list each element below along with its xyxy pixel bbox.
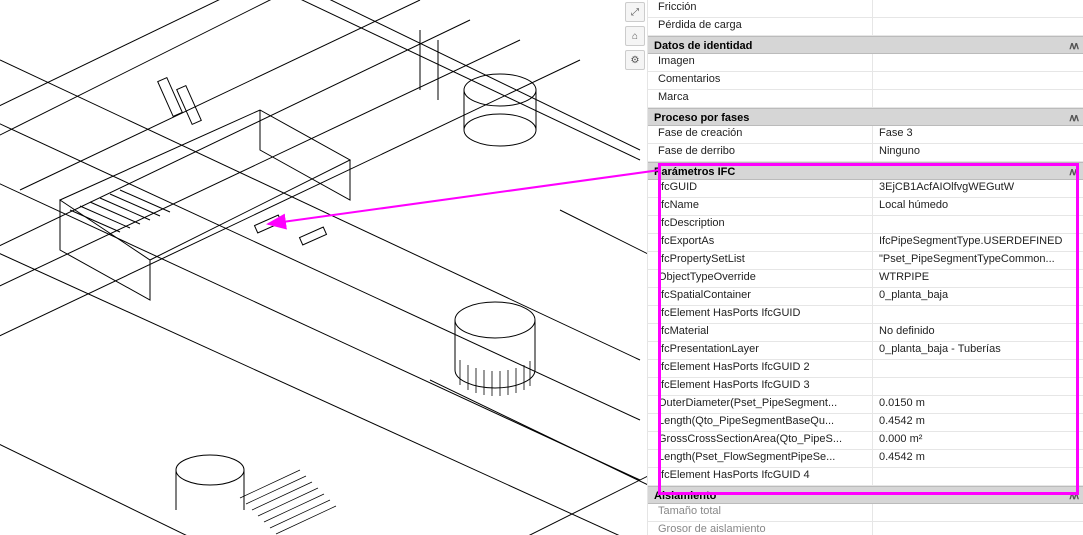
nav-home-icon[interactable]: ⌂ [625,26,645,46]
property-value[interactable]: 0_planta_baja [873,288,1083,305]
property-value[interactable]: 0_planta_baja - Tuberías [873,342,1083,359]
property-row[interactable]: IfcMaterialNo definido [648,324,1083,342]
section-header[interactable]: Parámetros IFC ∧∧ [648,162,1083,180]
property-label: Fricción [648,0,873,17]
property-value[interactable]: 0.4542 m [873,450,1083,467]
property-label: IfcPropertySetList [648,252,873,269]
property-row[interactable]: IfcElement HasPorts IfcGUID 2 [648,360,1083,378]
collapse-icon[interactable]: ∧∧ [1068,39,1077,55]
property-row[interactable]: Length(Qto_PipeSegmentBaseQu...0.4542 m [648,414,1083,432]
property-label: ObjectTypeOverride [648,270,873,287]
property-label: IfcExportAs [648,234,873,251]
property-row[interactable]: IfcElement HasPorts IfcGUID 3 [648,378,1083,396]
property-row[interactable]: Fase de derriboNinguno [648,144,1083,162]
property-row[interactable]: IfcElement HasPorts IfcGUID 4 [648,468,1083,486]
property-row[interactable]: IfcElement HasPorts IfcGUID [648,306,1083,324]
property-row[interactable]: OuterDiameter(Pset_PipeSegment...0.0150 … [648,396,1083,414]
property-label: Imagen [648,54,873,71]
property-value[interactable] [873,72,1083,89]
property-label: Comentarios [648,72,873,89]
property-label: IfcMaterial [648,324,873,341]
property-value[interactable] [873,306,1083,323]
property-row[interactable]: Marca [648,90,1083,108]
property-label: GrossCrossSectionArea(Qto_PipeS... [648,432,873,449]
property-row[interactable]: IfcPropertySetList"Pset_PipeSegmentTypeC… [648,252,1083,270]
collapse-icon[interactable]: ∧∧ [1068,111,1077,127]
nav-settings-icon[interactable]: ⚙ [625,50,645,70]
property-value[interactable]: WTRPIPE [873,270,1083,287]
section-title: Aislamiento [654,490,716,502]
nav-fullnav-icon[interactable]: ⤢ [625,2,645,22]
property-value[interactable]: 0.4542 m [873,414,1083,431]
property-row[interactable]: Length(Pset_FlowSegmentPipeSe...0.4542 m [648,450,1083,468]
section-title: Proceso por fases [654,112,749,124]
property-value[interactable] [873,360,1083,377]
property-value[interactable]: 0.000 m² [873,432,1083,449]
property-row[interactable]: Imagen [648,54,1083,72]
property-value[interactable]: 3EjCB1AcfAIOlfvgWEGutW [873,180,1083,197]
property-label: Length(Pset_FlowSegmentPipeSe... [648,450,873,467]
property-value[interactable]: Local húmedo [873,198,1083,215]
property-value[interactable] [873,468,1083,485]
wireframe-drawing [0,0,648,535]
section-header[interactable]: Datos de identidad ∧∧ [648,36,1083,54]
property-value[interactable]: Ninguno [873,144,1083,161]
property-label: Grosor de aislamiento [648,522,873,535]
property-row[interactable]: Fricción [648,0,1083,18]
viewport-toolbar: ⤢ ⌂ ⚙ [625,2,645,70]
property-value[interactable] [873,378,1083,395]
property-label: IfcPresentationLayer [648,342,873,359]
property-value[interactable] [873,522,1083,535]
property-label: Fase de creación [648,126,873,143]
property-row[interactable]: IfcSpatialContainer0_planta_baja [648,288,1083,306]
property-value[interactable] [873,0,1083,17]
section-header[interactable]: Aislamiento ∧∧ [648,486,1083,504]
property-label: IfcGUID [648,180,873,197]
collapse-icon[interactable]: ∧∧ [1068,165,1077,181]
property-label: IfcName [648,198,873,215]
property-value[interactable]: 0.0150 m [873,396,1083,413]
property-value[interactable]: Fase 3 [873,126,1083,143]
property-label: Length(Qto_PipeSegmentBaseQu... [648,414,873,431]
property-row[interactable]: IfcNameLocal húmedo [648,198,1083,216]
property-row[interactable]: IfcGUID3EjCB1AcfAIOlfvgWEGutW [648,180,1083,198]
property-row[interactable]: ObjectTypeOverrideWTRPIPE [648,270,1083,288]
property-label: Fase de derribo [648,144,873,161]
property-value[interactable] [873,18,1083,35]
property-label: IfcElement HasPorts IfcGUID 2 [648,360,873,377]
property-label: IfcSpatialContainer [648,288,873,305]
property-label: IfcElement HasPorts IfcGUID [648,306,873,323]
property-value[interactable]: No definido [873,324,1083,341]
property-row[interactable]: Fase de creaciónFase 3 [648,126,1083,144]
property-row[interactable]: IfcDescription [648,216,1083,234]
property-label: Marca [648,90,873,107]
property-value[interactable] [873,216,1083,233]
properties-panel[interactable]: FricciónPérdida de cargaDatos de identid… [648,0,1083,535]
property-label: OuterDiameter(Pset_PipeSegment... [648,396,873,413]
property-value[interactable]: IfcPipeSegmentType.USERDEFINED [873,234,1083,251]
property-label: Pérdida de carga [648,18,873,35]
property-label: Tamaño total [648,504,873,521]
collapse-icon[interactable]: ∧∧ [1068,489,1077,505]
property-value[interactable]: "Pset_PipeSegmentTypeCommon... [873,252,1083,269]
model-viewport[interactable]: ⤢ ⌂ ⚙ [0,0,648,535]
section-title: Datos de identidad [654,40,752,52]
property-row[interactable]: GrossCrossSectionArea(Qto_PipeS...0.000 … [648,432,1083,450]
property-label: IfcDescription [648,216,873,233]
property-label: IfcElement HasPorts IfcGUID 3 [648,378,873,395]
section-title: Parámetros IFC [654,166,735,178]
section-header[interactable]: Proceso por fases ∧∧ [648,108,1083,126]
property-row[interactable]: Comentarios [648,72,1083,90]
property-row[interactable]: IfcExportAsIfcPipeSegmentType.USERDEFINE… [648,234,1083,252]
property-value[interactable] [873,90,1083,107]
property-row[interactable]: IfcPresentationLayer0_planta_baja - Tube… [648,342,1083,360]
property-value[interactable] [873,504,1083,521]
property-label: IfcElement HasPorts IfcGUID 4 [648,468,873,485]
property-value[interactable] [873,54,1083,71]
property-row[interactable]: Grosor de aislamiento [648,522,1083,535]
property-row[interactable]: Tamaño total [648,504,1083,522]
property-row[interactable]: Pérdida de carga [648,18,1083,36]
